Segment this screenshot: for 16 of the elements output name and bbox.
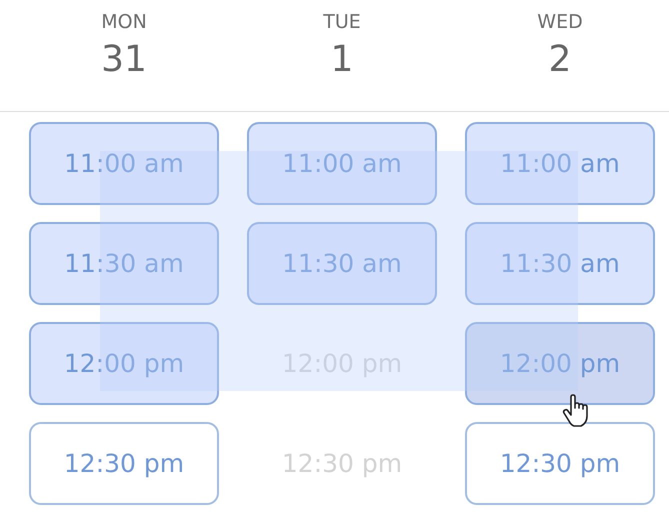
time-slot[interactable]: 11:30 am — [247, 222, 437, 305]
date-number: 31 — [101, 38, 147, 82]
time-slot[interactable]: 12:00 pm — [465, 322, 655, 405]
weekday-label: WED — [537, 10, 583, 35]
time-slot[interactable]: 11:00 am — [465, 122, 655, 205]
date-number: 1 — [330, 38, 354, 82]
time-slot[interactable]: 12:00 pm — [29, 322, 219, 405]
weekday-label: TUE — [323, 10, 361, 35]
time-slot[interactable]: 12:30 pm — [465, 422, 655, 505]
time-slot[interactable]: 11:00 am — [247, 122, 437, 205]
date-number: 2 — [548, 38, 572, 82]
time-slot[interactable]: 11:30 am — [465, 222, 655, 305]
time-slot[interactable]: 11:00 am — [29, 122, 219, 205]
time-slot[interactable]: 12:30 pm — [29, 422, 219, 505]
time-slot[interactable]: 11:30 am — [29, 222, 219, 305]
weekday-label: MON — [101, 10, 147, 35]
